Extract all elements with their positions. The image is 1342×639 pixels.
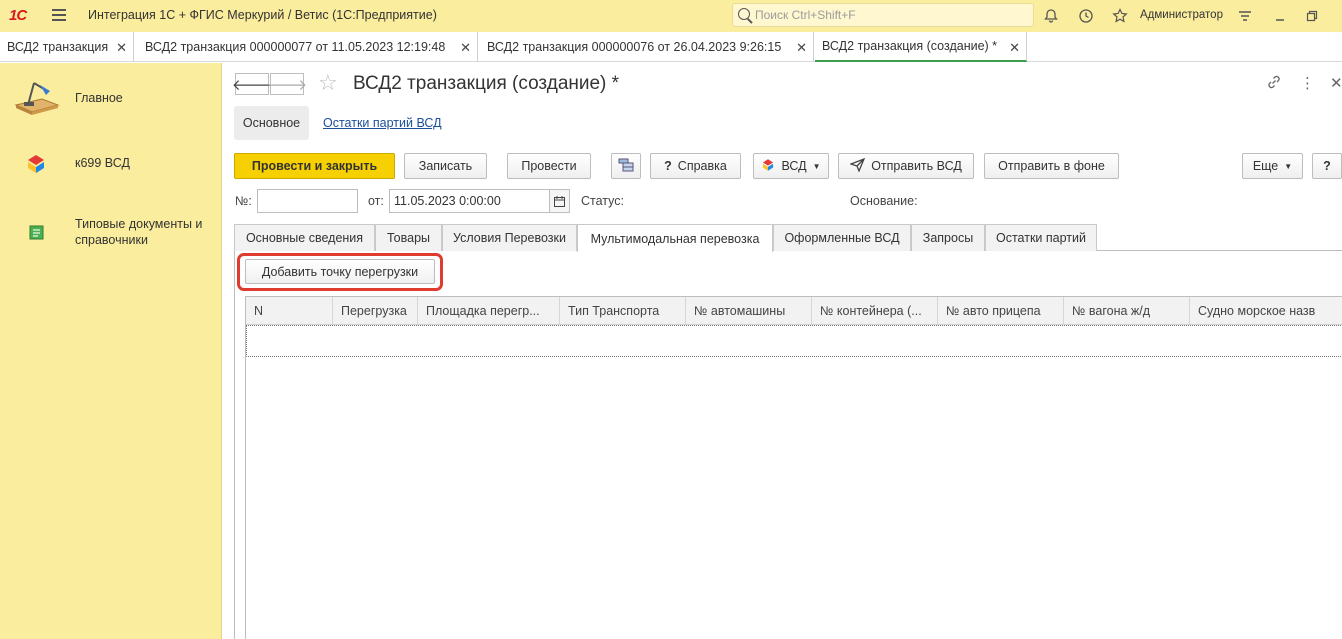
date-field[interactable]: 11.05.2023 0:00:00 <box>389 189 550 213</box>
menu-icon[interactable] <box>52 9 66 21</box>
question-icon: ? <box>664 159 672 173</box>
tab-multimodal[interactable]: Мультимодальная перевозка <box>577 224 773 252</box>
close-icon[interactable]: ✕ <box>796 40 807 56</box>
tab-batch-remains[interactable]: Остатки партий <box>985 224 1097 251</box>
forward-button[interactable]: 🡒 <box>266 73 308 95</box>
vsd-dropdown-button[interactable]: ВСД ▼ <box>753 153 829 179</box>
page-title: ВСД2 транзакция (создание) * <box>353 73 620 94</box>
search-placeholder: Поиск Ctrl+Shift+F <box>755 8 856 22</box>
user-name[interactable]: Администратор <box>1140 9 1223 21</box>
column-header[interactable]: Площадка перегр... <box>418 297 560 325</box>
structure-icon <box>618 158 634 175</box>
section-batch-remains-link[interactable]: Остатки партий ВСД <box>323 116 442 130</box>
desk-lamp-icon <box>12 75 62 120</box>
minimize-icon[interactable] <box>1270 6 1290 26</box>
tab-transport-conditions[interactable]: Условия Перевозки <box>442 224 577 251</box>
window-tabs: ВСД2 транзакция ✕ ВСД2 транзакция 000000… <box>0 32 1342 62</box>
column-header[interactable]: № вагона ж/д <box>1064 297 1190 325</box>
search-input[interactable]: Поиск Ctrl+Shift+F <box>732 3 1034 27</box>
date-label: от: <box>368 194 384 208</box>
column-header[interactable]: Перегрузка <box>333 297 418 325</box>
form-tabs: Основные сведения Товары Условия Перевоз… <box>234 224 1342 252</box>
window-tab-label: ВСД2 транзакция 000000077 от 11.05.2023 … <box>145 40 446 54</box>
app-header: 1С Интеграция 1С + ФГИС Меркурий / Ветис… <box>0 0 1342 32</box>
window-tab-label: ВСД2 транзакция <box>7 40 109 54</box>
history-icon[interactable] <box>1076 6 1096 26</box>
tab-main-info[interactable]: Основные сведения <box>234 224 375 251</box>
column-header[interactable]: № авто прицепа <box>938 297 1064 325</box>
send-background-button[interactable]: Отправить в фоне <box>984 153 1119 179</box>
window-tab-2[interactable]: ВСД2 транзакция 000000077 от 11.05.2023 … <box>134 32 478 62</box>
number-label: №: <box>235 194 252 208</box>
calendar-icon[interactable] <box>549 189 570 213</box>
save-button[interactable]: Записать <box>404 153 487 179</box>
post-button[interactable]: Провести <box>507 153 591 179</box>
help-button[interactable]: ? Справка <box>650 153 741 179</box>
column-header[interactable]: № автомашины <box>686 297 812 325</box>
send-icon <box>849 157 866 175</box>
link-icon[interactable] <box>1266 74 1282 94</box>
more-button[interactable]: Еще ▼ <box>1242 153 1303 179</box>
column-header[interactable]: N <box>246 297 333 325</box>
column-header[interactable]: № контейнера (... <box>812 297 938 325</box>
window-tab-1[interactable]: ВСД2 транзакция ✕ <box>0 32 134 62</box>
sidebar: Главное к699 ВСД Типовые документы и спр… <box>0 63 222 639</box>
column-header[interactable]: Тип Транспорта <box>560 297 686 325</box>
section-main[interactable]: Основное <box>234 106 309 140</box>
more-label: Еще <box>1252 159 1279 173</box>
vsd-logo-icon <box>761 158 775 175</box>
sidebar-item-k699[interactable]: к699 ВСД <box>75 155 130 171</box>
vsd-logo-icon <box>25 153 47 178</box>
tab-requests[interactable]: Запросы <box>911 224 985 251</box>
close-icon[interactable]: ✕ <box>1009 40 1020 56</box>
vsd-label: ВСД <box>781 159 807 173</box>
send-vsd-label: Отправить ВСД <box>871 159 962 173</box>
more-vertical-icon[interactable]: ⋮ <box>1300 74 1315 92</box>
tab-goods[interactable]: Товары <box>375 224 442 251</box>
caret-down-icon: ▼ <box>812 161 821 171</box>
settings-lines-icon[interactable] <box>1235 6 1255 26</box>
window-tab-label: ВСД2 транзакция (создание) * <box>822 39 998 53</box>
window-tab-3[interactable]: ВСД2 транзакция 000000076 от 26.04.2023 … <box>478 32 814 62</box>
window-tab-label: ВСД2 транзакция 000000076 от 26.04.2023 … <box>487 40 782 54</box>
app-title: Интеграция 1С + ФГИС Меркурий / Ветис (1… <box>88 8 437 22</box>
help-label: Справка <box>677 159 727 173</box>
sidebar-item-typical-docs[interactable]: Типовые документы и справочники <box>75 216 215 248</box>
column-header[interactable]: Судно морское назв <box>1190 297 1342 325</box>
structure-button[interactable] <box>611 153 641 179</box>
caret-down-icon: ▼ <box>1284 161 1293 171</box>
status-label: Статус: <box>581 194 624 208</box>
send-vsd-button[interactable]: Отправить ВСД <box>838 153 974 179</box>
close-form-icon[interactable]: ✕ <box>1330 74 1342 92</box>
table-row[interactable] <box>246 325 1342 357</box>
document-form: 🡐 🡒 ☆ ВСД2 транзакция (создание) * ⋮ ✕ О… <box>222 63 1342 639</box>
window-tab-4-active[interactable]: ВСД2 транзакция (создание) * ✕ <box>815 32 1027 62</box>
restore-icon[interactable] <box>1302 6 1322 26</box>
post-and-close-button[interactable]: Провести и закрыть <box>234 153 395 179</box>
highlight-frame <box>237 253 443 291</box>
basis-label: Основание: <box>850 194 918 208</box>
app-logo: 1С <box>9 7 27 24</box>
bell-icon[interactable] <box>1041 6 1061 26</box>
search-icon <box>738 8 750 20</box>
question-button[interactable]: ? <box>1312 153 1342 179</box>
sidebar-item-main[interactable]: Главное <box>75 90 123 106</box>
star-icon[interactable] <box>1110 6 1130 26</box>
back-button[interactable]: 🡐 <box>232 73 272 95</box>
tab-issued-vsd[interactable]: Оформленные ВСД <box>773 224 911 251</box>
arrow-right-icon: 🡒 <box>266 76 308 94</box>
documents-icon <box>29 224 45 243</box>
close-icon[interactable]: ✕ <box>460 40 471 56</box>
table-header: N Перегрузка Площадка перегр... Тип Тран… <box>246 297 1342 325</box>
number-field[interactable] <box>257 189 358 213</box>
transshipment-table: N Перегрузка Площадка перегр... Тип Тран… <box>245 296 1342 639</box>
favorite-star-icon[interactable]: ☆ <box>318 70 338 96</box>
close-icon[interactable]: ✕ <box>116 40 127 56</box>
